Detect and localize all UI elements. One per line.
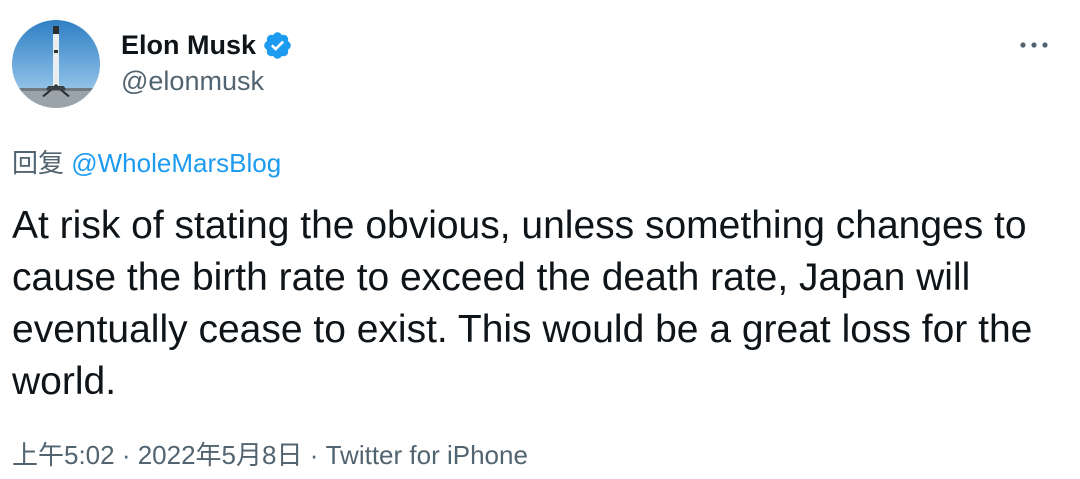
reply-mention-link[interactable]: @WholeMarsBlog — [71, 148, 281, 178]
tweet-card: Elon Musk @elonmusk 回复 @WholeMarsBlog At… — [0, 0, 1080, 479]
author-handle[interactable]: @elonmusk — [121, 66, 264, 97]
display-name[interactable]: Elon Musk — [121, 30, 256, 61]
more-horizontal-icon — [1020, 42, 1048, 48]
meta-separator: · — [302, 440, 326, 470]
tweet-text: At risk of stating the obvious, unless s… — [12, 204, 1033, 403]
avatar[interactable] — [12, 20, 100, 108]
tweet-time-link[interactable]: 上午5:02 — [12, 440, 115, 470]
tweet-meta: 上午5:02 · 2022年5月8日 · Twitter for iPhone — [12, 435, 528, 472]
verified-badge-icon — [262, 30, 293, 61]
more-options-button[interactable] — [1014, 30, 1054, 60]
rocket-avatar-icon — [12, 20, 100, 108]
tweet-source-link[interactable]: Twitter for iPhone — [326, 440, 528, 470]
reply-context: 回复 @WholeMarsBlog — [12, 143, 281, 180]
meta-separator: · — [114, 440, 138, 470]
reply-prefix: 回复 — [12, 148, 65, 178]
tweet-date-link[interactable]: 2022年5月8日 — [138, 440, 303, 470]
author-name-row[interactable]: Elon Musk — [121, 27, 293, 63]
